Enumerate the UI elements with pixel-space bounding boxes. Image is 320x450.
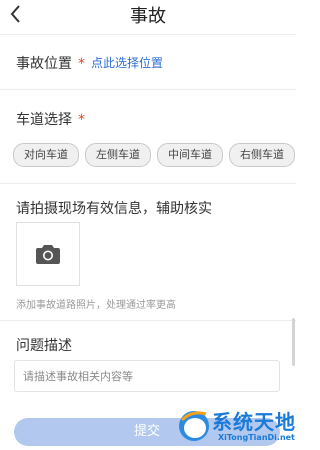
description-input[interactable] (14, 360, 280, 392)
divider (0, 34, 296, 35)
scrollbar-thumb[interactable] (292, 318, 295, 366)
lane-label-row: 车道选择 * (16, 109, 85, 129)
lane-label: 车道选择 (16, 112, 72, 128)
add-photo-button[interactable] (16, 222, 80, 286)
page-title: 事故 (130, 6, 166, 27)
select-location-link[interactable]: 点此选择位置 (91, 54, 163, 71)
photo-label: 请拍摄现场有效信息，辅助核实 (16, 201, 212, 217)
lane-options: 对向车道 左侧车道 中间车道 右侧车道 (13, 143, 301, 167)
header-bar: 事故 (0, 0, 296, 34)
description-label: 问题描述 (16, 338, 72, 354)
required-mark: * (78, 56, 85, 72)
watermark-url: XiTongTianDi.net (218, 433, 295, 442)
camera-icon (36, 245, 60, 264)
site-watermark: 系统天地 XiTongTianDi.net (178, 400, 296, 450)
watermark-logo-icon (179, 411, 209, 441)
divider (0, 89, 296, 90)
lane-option-right[interactable]: 右侧车道 (229, 143, 295, 167)
location-label: 事故位置 (16, 56, 72, 72)
watermark-title: 系统天地 (212, 410, 296, 434)
location-label-row: 事故位置 * (16, 53, 85, 73)
lane-option-left[interactable]: 左侧车道 (85, 143, 151, 167)
lane-option-middle[interactable]: 中间车道 (157, 143, 223, 167)
required-mark: * (78, 112, 85, 128)
divider (0, 183, 296, 184)
lane-option-oncoming[interactable]: 对向车道 (13, 143, 79, 167)
divider (0, 320, 296, 321)
photo-hint: 添加事故道路照片，处理通过率更高 (16, 300, 176, 311)
